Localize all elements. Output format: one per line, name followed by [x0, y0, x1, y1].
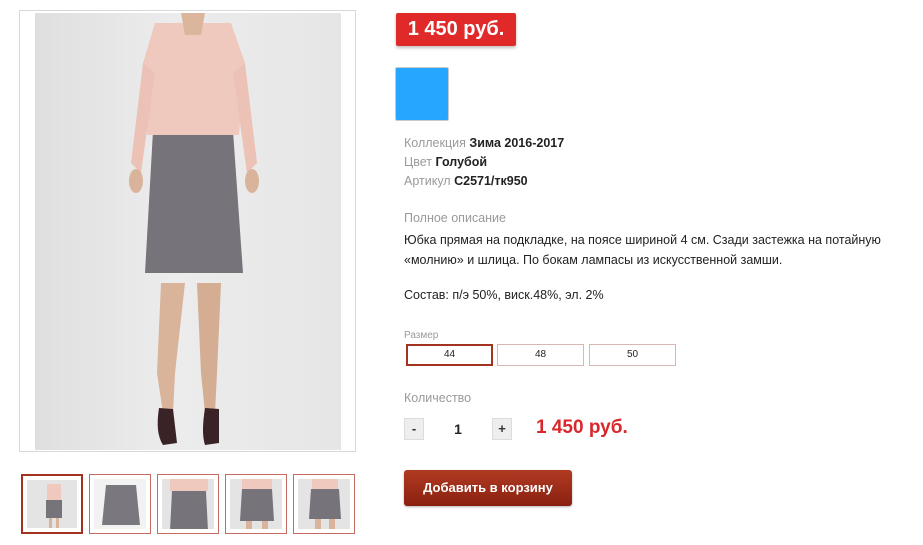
- thumbnail-3[interactable]: [157, 474, 219, 534]
- thumbnail-5[interactable]: [293, 474, 355, 534]
- price-badge: 1 450 руб.: [396, 13, 516, 46]
- property-article: Артикул С2571/тк950: [404, 172, 564, 191]
- thumbnail-1[interactable]: [21, 474, 83, 534]
- property-color: Цвет Голубой: [404, 153, 564, 172]
- quantity-title: Количество: [404, 391, 472, 405]
- size-option-48[interactable]: 48: [497, 344, 584, 366]
- property-label: Артикул: [404, 174, 451, 188]
- property-collection: Коллекция Зима 2016-2017: [404, 134, 564, 153]
- total-price: 1 450 руб.: [536, 417, 628, 438]
- quantity-increase-button[interactable]: +: [492, 418, 512, 440]
- size-title: Размер: [404, 330, 439, 341]
- add-to-cart-button[interactable]: Добавить в корзину: [404, 470, 572, 506]
- property-value: Зима 2016-2017: [469, 136, 565, 150]
- product-main-image[interactable]: [19, 10, 356, 452]
- product-properties: Коллекция Зима 2016-2017 Цвет Голубой Ар…: [404, 134, 564, 191]
- quantity-decrease-button[interactable]: -: [404, 418, 424, 440]
- color-swatch[interactable]: [395, 67, 449, 121]
- property-value: С2571/тк950: [454, 174, 528, 188]
- property-label: Коллекция: [404, 136, 466, 150]
- description-text: Юбка прямая на подкладке, на поясе ширин…: [404, 233, 881, 267]
- thumbnail-4[interactable]: [225, 474, 287, 534]
- property-label: Цвет: [404, 155, 433, 169]
- thumbnail-2[interactable]: [89, 474, 151, 534]
- size-option-44[interactable]: 44: [406, 344, 493, 366]
- model-figure-illustration: [129, 13, 259, 445]
- quantity-value[interactable]: 1: [443, 421, 473, 437]
- description-title: Полное описание: [404, 211, 506, 225]
- property-value: Голубой: [435, 155, 488, 169]
- size-option-50[interactable]: 50: [589, 344, 676, 366]
- composition-text: Состав: п/э 50%, виск.48%, эл. 2%: [404, 288, 604, 302]
